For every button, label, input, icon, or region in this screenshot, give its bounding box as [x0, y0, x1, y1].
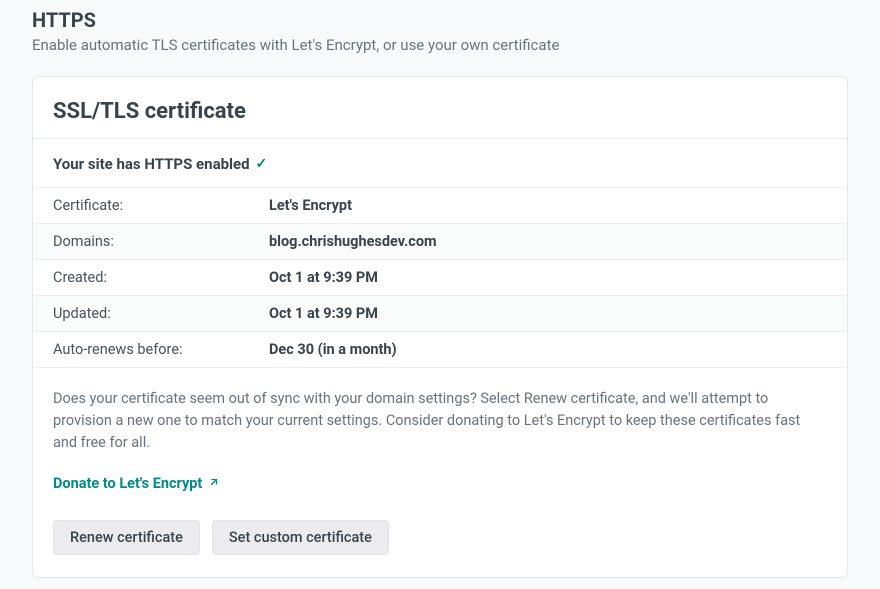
set-custom-certificate-button[interactable]: Set custom certificate: [212, 520, 389, 555]
page-header: HTTPS Enable automatic TLS certificates …: [32, 0, 848, 54]
status-section: Your site has HTTPS enabled ✓: [33, 139, 847, 187]
detail-value-certificate: Let's Encrypt: [249, 188, 847, 224]
card-header: SSL/TLS certificate: [33, 77, 847, 139]
detail-label-domains: Domains:: [33, 224, 249, 260]
card-body: Does your certificate seem out of sync w…: [33, 368, 847, 577]
status-text: Your site has HTTPS enabled: [53, 155, 250, 173]
detail-label-updated: Updated:: [33, 296, 249, 332]
table-row: Created: Oct 1 at 9:39 PM: [33, 260, 847, 296]
https-status: Your site has HTTPS enabled ✓: [53, 155, 827, 173]
table-row: Updated: Oct 1 at 9:39 PM: [33, 296, 847, 332]
button-row: Renew certificate Set custom certificate: [53, 520, 827, 555]
detail-label-created: Created:: [33, 260, 249, 296]
detail-label-autorenew: Auto-renews before:: [33, 332, 249, 368]
check-icon: ✓: [256, 156, 268, 172]
description-text: Does your certificate seem out of sync w…: [53, 388, 827, 453]
external-link-icon: [208, 476, 220, 492]
ssl-certificate-card: SSL/TLS certificate Your site has HTTPS …: [32, 76, 848, 578]
table-row: Auto-renews before: Dec 30 (in a month): [33, 332, 847, 368]
certificate-details-table: Certificate: Let's Encrypt Domains: blog…: [33, 187, 847, 368]
detail-label-certificate: Certificate:: [33, 188, 249, 224]
donate-link-text: Donate to Let's Encrypt: [53, 475, 202, 492]
table-row: Certificate: Let's Encrypt: [33, 188, 847, 224]
detail-value-domains: blog.chrishughesdev.com: [249, 224, 847, 260]
table-row: Domains: blog.chrishughesdev.com: [33, 224, 847, 260]
detail-value-created: Oct 1 at 9:39 PM: [249, 260, 847, 296]
card-title: SSL/TLS certificate: [53, 99, 827, 124]
page-title: HTTPS: [32, 8, 848, 32]
detail-value-updated: Oct 1 at 9:39 PM: [249, 296, 847, 332]
renew-certificate-button[interactable]: Renew certificate: [53, 520, 200, 555]
page-subtitle: Enable automatic TLS certificates with L…: [32, 36, 848, 54]
donate-link[interactable]: Donate to Let's Encrypt: [53, 475, 220, 492]
detail-value-autorenew: Dec 30 (in a month): [249, 332, 847, 368]
